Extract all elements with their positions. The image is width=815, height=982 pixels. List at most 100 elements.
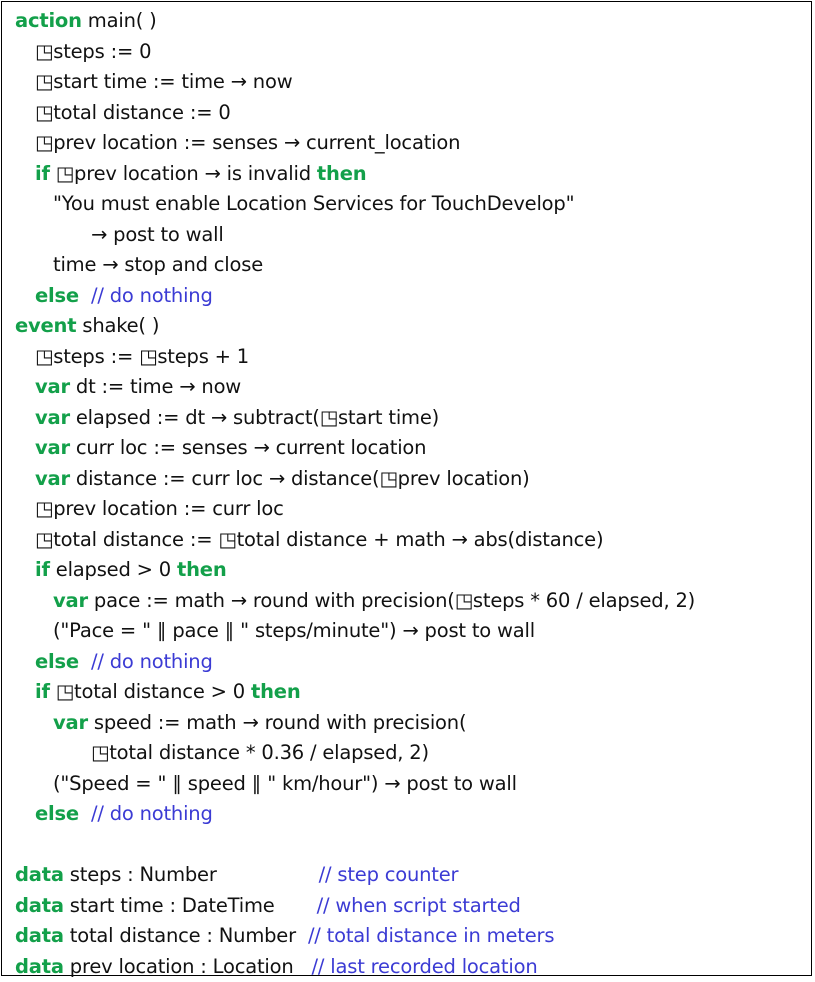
global-variable-icon: ◳: [35, 40, 53, 63]
code-text: pace := math → round with precision(: [88, 589, 455, 612]
keyword: else: [35, 284, 79, 307]
keyword: else: [35, 802, 79, 825]
code-text: [79, 650, 91, 673]
code-text: shake( ): [76, 314, 159, 337]
code-text: total distance :=: [53, 528, 218, 551]
global-variable-icon: ◳: [35, 101, 53, 124]
code-text: steps := 0: [53, 40, 151, 63]
global-variable-icon: ◳: [91, 741, 109, 764]
global-variable-icon: ◳: [56, 680, 74, 703]
keyword: then: [251, 680, 301, 703]
keyword: var: [35, 375, 70, 398]
global-variable-icon: ◳: [379, 467, 397, 490]
code-line: var speed := math → round with precision…: [15, 708, 805, 739]
code-line: "You must enable Location Services for T…: [15, 189, 805, 220]
code-text: "You must enable Location Services for T…: [53, 192, 574, 215]
keyword: var: [35, 406, 70, 429]
code-text: dt := time → now: [70, 375, 241, 398]
code-line: var curr loc := senses → current locatio…: [15, 433, 805, 464]
code-line: else // do nothing: [15, 281, 805, 312]
code-line: if ◳total distance > 0 then: [15, 677, 805, 708]
code-line: event shake( ): [15, 311, 805, 342]
comment: // step counter: [319, 863, 459, 886]
global-variable-icon: ◳: [35, 70, 53, 93]
keyword: data: [15, 863, 64, 886]
code-text: speed := math → round with precision(: [88, 711, 466, 734]
code-line: ◳total distance := 0: [15, 98, 805, 129]
code-text: prev location : Location: [64, 955, 312, 978]
comment: // when script started: [317, 894, 521, 917]
code-line: data total distance : Number // total di…: [15, 921, 805, 952]
comment: // do nothing: [91, 802, 213, 825]
keyword: var: [53, 711, 88, 734]
global-variable-icon: ◳: [35, 528, 53, 551]
keyword: else: [35, 650, 79, 673]
keyword: if: [35, 680, 50, 703]
code-text: [79, 284, 91, 307]
comment: // do nothing: [91, 650, 213, 673]
code-line: else // do nothing: [15, 799, 805, 830]
code-line: data start time : DateTime // when scrip…: [15, 891, 805, 922]
keyword: var: [35, 467, 70, 490]
comment: // total distance in meters: [308, 924, 554, 947]
keyword: data: [15, 955, 64, 978]
code-text: start time := time → now: [53, 70, 292, 93]
keyword: then: [177, 558, 227, 581]
global-variable-icon: ◳: [35, 497, 53, 520]
code-text: [79, 802, 91, 825]
code-text: total distance * 0.36 / elapsed, 2): [109, 741, 429, 764]
code-line: data prev location : Location // last re…: [15, 952, 805, 982]
code-line: ("Pace = " ∥ pace ∥ " steps/minute") → p…: [15, 616, 805, 647]
code-text: elapsed := dt → subtract(: [70, 406, 320, 429]
keyword: var: [53, 589, 88, 612]
keyword: var: [35, 436, 70, 459]
global-variable-icon: ◳: [218, 528, 236, 551]
global-variable-icon: ◳: [35, 131, 53, 154]
code-text: steps :=: [53, 345, 139, 368]
code-text: main( ): [82, 9, 157, 32]
code-text: time → stop and close: [53, 253, 263, 276]
keyword: data: [15, 894, 64, 917]
global-variable-icon: ◳: [320, 406, 338, 429]
blank-line: [15, 830, 805, 861]
code-line: → post to wall: [15, 220, 805, 251]
code-line: if ◳prev location → is invalid then: [15, 159, 805, 190]
code-listing-frame: action main( )◳steps := 0◳start time := …: [1, 1, 812, 976]
global-variable-icon: ◳: [455, 589, 473, 612]
code-text: ("Speed = " ∥ speed ∥ " km/hour") → post…: [53, 772, 517, 795]
code-text: ("Pace = " ∥ pace ∥ " steps/minute") → p…: [53, 619, 535, 642]
keyword: if: [35, 162, 50, 185]
comment: // do nothing: [91, 284, 213, 307]
code-text: → post to wall: [91, 223, 224, 246]
code-text: prev location := curr loc: [53, 497, 283, 520]
code-text: prev location := senses → current_locati…: [53, 131, 460, 154]
code-line: var elapsed := dt → subtract(◳start time…: [15, 403, 805, 434]
code-text: start time : DateTime: [64, 894, 317, 917]
code-text: prev location → is invalid: [74, 162, 317, 185]
code-line: ◳steps := ◳steps + 1: [15, 342, 805, 373]
code-line: ◳start time := time → now: [15, 67, 805, 98]
code-text: total distance : Number: [64, 924, 308, 947]
code-text: prev location): [398, 467, 530, 490]
code-line: data steps : Number // step counter: [15, 860, 805, 891]
code-text: total distance > 0: [74, 680, 251, 703]
code-line: ◳prev location := curr loc: [15, 494, 805, 525]
code-text: total distance + math → abs(distance): [237, 528, 604, 551]
code-text: start time): [338, 406, 439, 429]
code-text: steps + 1: [157, 345, 249, 368]
code-line: var distance := curr loc → distance(◳pre…: [15, 464, 805, 495]
code-text: elapsed > 0: [50, 558, 177, 581]
global-variable-icon: ◳: [139, 345, 157, 368]
code-text: steps * 60 / elapsed, 2): [473, 589, 695, 612]
global-variable-icon: ◳: [56, 162, 74, 185]
code-line: else // do nothing: [15, 647, 805, 678]
keyword: then: [317, 162, 367, 185]
keyword: action: [15, 9, 82, 32]
code-text: distance := curr loc → distance(: [70, 467, 380, 490]
code-line: var pace := math → round with precision(…: [15, 586, 805, 617]
code-text: curr loc := senses → current location: [70, 436, 426, 459]
code-line: var dt := time → now: [15, 372, 805, 403]
comment: // last recorded location: [312, 955, 538, 978]
code-listing: action main( )◳steps := 0◳start time := …: [15, 6, 805, 982]
code-line: ◳total distance * 0.36 / elapsed, 2): [15, 738, 805, 769]
